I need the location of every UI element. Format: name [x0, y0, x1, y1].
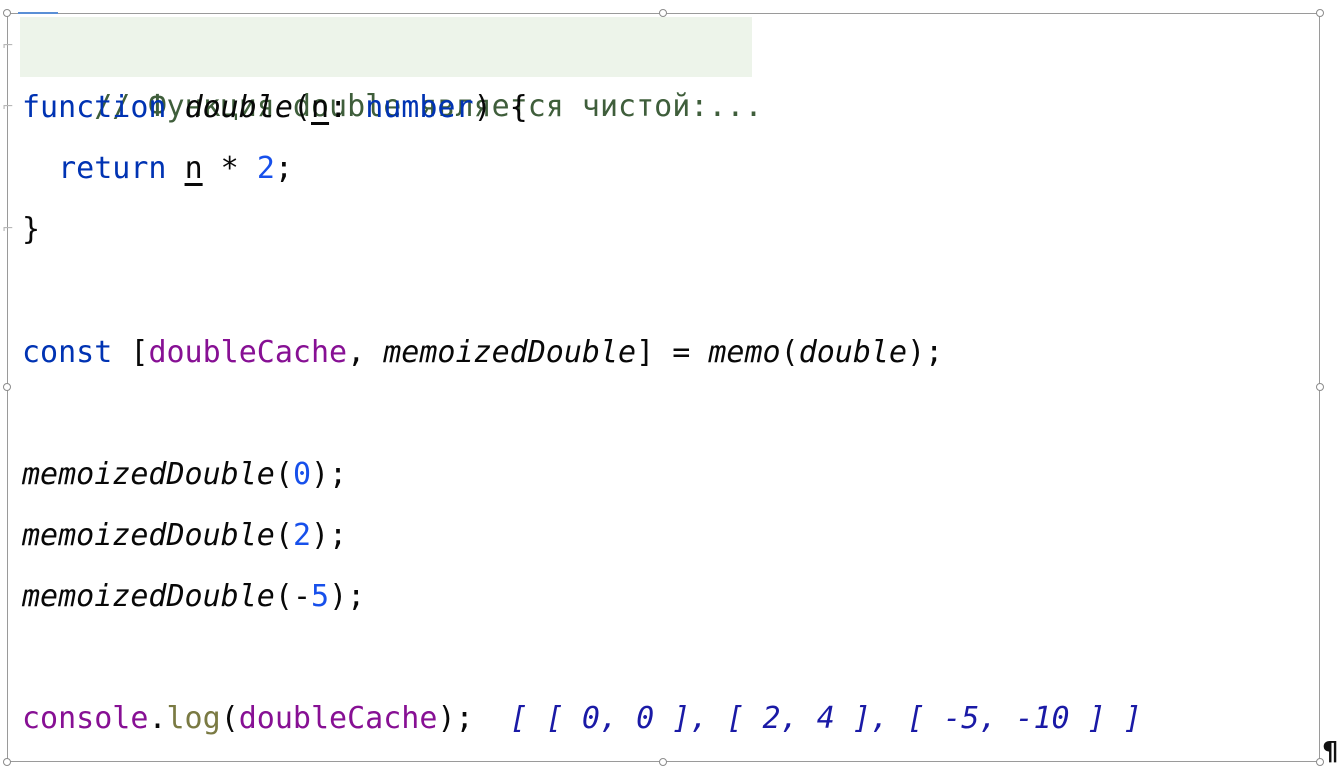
call-paren-open: ( — [274, 518, 293, 553]
code-line-comment[interactable]: // Функция double является чистой:... — [22, 17, 762, 124]
semicolon: ; — [274, 151, 293, 186]
bracket-open: [ — [112, 335, 149, 370]
return-parameter: n — [184, 151, 203, 186]
dot: . — [148, 701, 167, 736]
resize-handle-middle-right[interactable] — [1316, 383, 1324, 391]
paragraph-mark: ¶ — [1322, 737, 1339, 767]
call-function-name: memoizedDouble — [22, 457, 275, 492]
function-name: double — [184, 90, 293, 125]
top-accent-bar — [18, 12, 58, 14]
console-object: console — [22, 701, 149, 736]
memo-paren-close: ); — [907, 335, 944, 370]
code-line-const: const [doubleCache, memoizedDouble] = me… — [22, 323, 943, 383]
resize-handle-top-left[interactable] — [3, 9, 11, 17]
keyword-function: function — [22, 90, 167, 125]
call-paren-close: ); — [311, 457, 348, 492]
keyword-const: const — [22, 335, 113, 370]
keyword-return: return — [58, 151, 167, 186]
code-line-function-signature: function double(n: number) { — [22, 78, 528, 138]
multiplier-number: 2 — [256, 151, 275, 186]
bracket-close-assign: ] = — [636, 335, 709, 370]
call-paren-open: ( — [274, 457, 293, 492]
resize-handle-top-center[interactable] — [659, 9, 667, 17]
call-function-name: memoizedDouble — [22, 579, 275, 614]
code-line-close-brace: } — [22, 200, 40, 260]
call-argument: 5 — [311, 579, 330, 614]
resize-handle-bottom-center[interactable] — [659, 758, 667, 766]
resize-handle-middle-left[interactable] — [3, 383, 11, 391]
call-paren-open: ( — [274, 579, 293, 614]
close-brace: } — [22, 212, 41, 247]
code-line-call: memoizedDouble(2); — [22, 506, 347, 566]
log-paren-open: ( — [220, 701, 239, 736]
call-argument: 2 — [292, 518, 311, 553]
paren-open: ( — [292, 90, 311, 125]
colon: : — [329, 90, 366, 125]
code-line-call: memoizedDouble(-5); — [22, 567, 365, 627]
parameter-name: n — [311, 90, 330, 125]
paren-close-brace: ) { — [473, 90, 528, 125]
fold-toggle-icon[interactable]: ⌐ — [2, 99, 16, 115]
cache-variable: doubleCache — [148, 335, 348, 370]
resize-handle-bottom-left[interactable] — [3, 758, 11, 766]
log-paren-close: ); — [437, 701, 474, 736]
code-line-return: return n * 2; — [22, 139, 293, 199]
memo-paren-open: ( — [780, 335, 799, 370]
fold-end-icon[interactable]: ⌐ — [2, 221, 16, 237]
call-arg-prefix: - — [292, 579, 311, 614]
code-line-call: memoizedDouble(0); — [22, 445, 347, 505]
parameter-type: number — [365, 90, 474, 125]
fold-toggle-icon[interactable]: ⌐ — [2, 38, 16, 54]
call-paren-close: ); — [329, 579, 366, 614]
comma: , — [347, 335, 384, 370]
result-comment: [ [ 0, 0 ], [ 2, 4 ], [ -5, -10 ] ] — [509, 701, 1142, 736]
memoized-function-name: memoizedDouble — [383, 335, 637, 370]
log-argument: doubleCache — [238, 701, 438, 736]
code-line-console-log: console.log(doubleCache); [ [ 0, 0 ], [ … — [22, 689, 1142, 749]
resize-handle-top-right[interactable] — [1316, 9, 1324, 17]
multiply-operator: * — [202, 151, 257, 186]
memo-argument: double — [798, 335, 908, 370]
log-method: log — [166, 701, 221, 736]
call-function-name: memoizedDouble — [22, 518, 275, 553]
call-argument: 0 — [292, 457, 311, 492]
memo-function: memo — [708, 335, 781, 370]
call-paren-close: ); — [311, 518, 348, 553]
